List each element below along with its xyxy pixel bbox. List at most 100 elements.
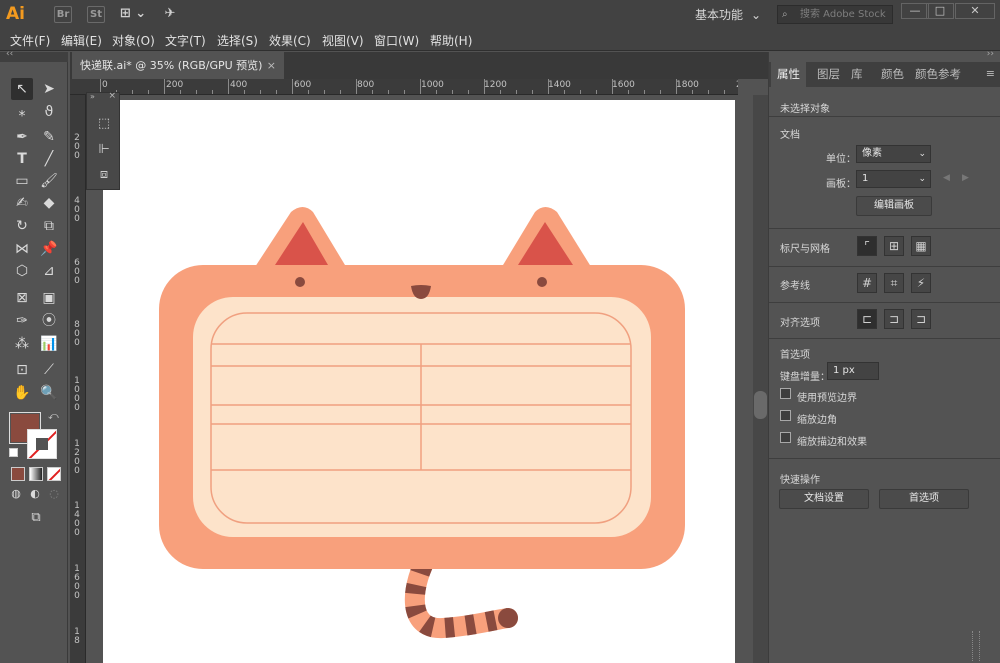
maximize-button[interactable]: □: [926, 3, 954, 19]
shaper-tool[interactable]: ✍: [11, 192, 33, 214]
scale-strokes-checkbox[interactable]: [780, 432, 791, 443]
perspective-grid-tool[interactable]: ⊿: [38, 260, 60, 282]
keyboard-increment-input[interactable]: 1 px: [827, 362, 879, 380]
menu-object[interactable]: 对象(O): [112, 32, 155, 49]
document-setup-button[interactable]: 文档设置: [779, 489, 869, 509]
collapse-icon[interactable]: ››: [987, 49, 994, 59]
stock-search-input[interactable]: ⌕ 搜索 Adobe Stock: [777, 5, 893, 24]
stroke-color-swatch[interactable]: [27, 429, 57, 459]
tab-layers[interactable]: 图层: [811, 62, 846, 87]
preferences-button[interactable]: 首选项: [879, 489, 969, 509]
scale-corners-checkbox[interactable]: [780, 410, 791, 421]
lasso-tool[interactable]: ϑ: [38, 101, 60, 123]
draw-inside-button[interactable]: ◌: [46, 486, 62, 502]
preview-bounds-checkbox[interactable]: [780, 388, 791, 399]
arrange-documents-button[interactable]: ⊞ ⌄: [116, 6, 150, 23]
cat-face-panel[interactable]: [193, 297, 651, 537]
magic-wand-tool[interactable]: ⁎: [11, 101, 33, 123]
ruler-toggle[interactable]: ⌜: [857, 236, 877, 256]
menu-view[interactable]: 视图(V): [322, 32, 364, 49]
tab-libraries[interactable]: 库: [845, 62, 869, 87]
close-icon[interactable]: ×: [108, 91, 116, 101]
bridge-button[interactable]: Br: [54, 6, 72, 23]
menu-type[interactable]: 文字(T): [165, 32, 206, 49]
align-to-selection-toggle[interactable]: ⊏: [857, 309, 877, 329]
cat-card-artwork[interactable]: [103, 100, 735, 663]
vertical-scrollbar[interactable]: [753, 95, 768, 663]
tab-color[interactable]: 颜色: [875, 62, 910, 87]
screen-mode-button[interactable]: ⧉: [24, 508, 48, 528]
tab-properties[interactable]: 属性: [771, 62, 806, 87]
document-tab[interactable]: 快递联.ai* @ 35% (RGB/GPU 预览) ×: [72, 52, 284, 79]
resize-grip-icon[interactable]: [972, 631, 980, 661]
eyedropper-tool[interactable]: ✑: [11, 310, 33, 332]
menu-help[interactable]: 帮助(H): [430, 32, 472, 49]
hand-tool[interactable]: ✋: [11, 382, 33, 404]
next-artboard-icon[interactable]: ▶: [962, 173, 969, 183]
column-graph-tool[interactable]: 📊: [38, 333, 60, 355]
minimize-button[interactable]: —: [901, 3, 929, 19]
mesh-tool[interactable]: ⊠: [11, 287, 33, 309]
pen-tool[interactable]: ✒: [11, 126, 33, 148]
swap-fill-stroke-icon[interactable]: ⤺: [48, 411, 59, 422]
menu-select[interactable]: 选择(S): [217, 32, 258, 49]
grid-toggle[interactable]: ⊞: [884, 236, 904, 256]
menu-effect[interactable]: 效果(C): [269, 32, 311, 49]
artboard-dropdown[interactable]: 1 ⌄: [856, 170, 931, 188]
eraser-tool[interactable]: ◆: [38, 192, 60, 214]
align-to-key-toggle[interactable]: ⊐: [884, 309, 904, 329]
paintbrush-tool[interactable]: 🖌: [38, 170, 60, 192]
right-eye[interactable]: [537, 277, 547, 287]
align-to-artboard-toggle[interactable]: ⊐: [911, 309, 931, 329]
left-eye[interactable]: [295, 277, 305, 287]
lock-guides-toggle[interactable]: ⌗: [884, 273, 904, 293]
color-mode-button[interactable]: [11, 467, 25, 481]
tail-tip[interactable]: [498, 608, 518, 628]
pathfinder-button[interactable]: ⧈: [95, 166, 113, 184]
none-mode-button[interactable]: [47, 467, 61, 481]
transform-button[interactable]: ⬚: [95, 115, 113, 133]
rotate-tool[interactable]: ↻: [11, 215, 33, 237]
gpu-performance-button[interactable]: ✈: [160, 6, 180, 23]
artboard-tool[interactable]: ⊡: [11, 359, 33, 381]
zoom-tool[interactable]: 🔍: [38, 382, 60, 404]
type-tool[interactable]: T: [11, 148, 33, 170]
blend-tool[interactable]: ⦿: [38, 310, 60, 332]
collapse-icon[interactable]: ‹‹: [6, 49, 13, 59]
draw-behind-button[interactable]: ◐: [27, 486, 43, 502]
workspace-switcher[interactable]: 基本功能 ⌄: [695, 6, 761, 23]
close-tab-icon[interactable]: ×: [267, 52, 276, 79]
menu-edit[interactable]: 编辑(E): [61, 32, 102, 49]
slice-tool[interactable]: ⟋: [38, 359, 60, 381]
menu-file[interactable]: 文件(F): [10, 32, 50, 49]
gradient-tool[interactable]: ▣: [38, 287, 60, 309]
puppet-warp-tool[interactable]: 📌: [38, 238, 60, 260]
symbol-sprayer-tool[interactable]: ⁂: [11, 333, 33, 355]
canvas-area[interactable]: [86, 95, 753, 663]
close-button[interactable]: ✕: [955, 3, 995, 19]
menu-window[interactable]: 窗口(W): [374, 32, 419, 49]
stock-button[interactable]: St: [87, 6, 105, 23]
tab-color-guide[interactable]: 颜色参考: [909, 62, 967, 87]
vertical-ruler[interactable]: 2 0 0 4 0 0 6 0 0 8 0 0 1 0 0 0 1 2 0 0 …: [70, 95, 86, 663]
horizontal-ruler[interactable]: 0 200 400 600 800 1000 1200 1400 1600 18…: [70, 79, 738, 95]
scrollbar-thumb[interactable]: [754, 391, 767, 419]
rectangle-tool[interactable]: ▭: [11, 170, 33, 192]
smart-guides-toggle[interactable]: ⚡: [911, 273, 931, 293]
draw-normal-button[interactable]: ◍: [8, 486, 24, 502]
edit-artboard-button[interactable]: 编辑画板: [856, 196, 932, 216]
selection-tool[interactable]: ↖: [11, 78, 33, 100]
collapse-icon[interactable]: »: [90, 92, 95, 101]
curvature-tool[interactable]: ✎: [38, 126, 60, 148]
show-guides-toggle[interactable]: #: [857, 273, 877, 293]
align-button[interactable]: ⊩: [95, 141, 113, 159]
previous-artboard-icon[interactable]: ◀: [943, 173, 950, 183]
direct-selection-tool[interactable]: ➤: [38, 78, 60, 100]
units-dropdown[interactable]: 像素 ⌄: [856, 145, 931, 163]
scale-tool[interactable]: ⧉: [38, 215, 60, 237]
artboard[interactable]: [103, 100, 735, 663]
transparency-grid-toggle[interactable]: ▦: [911, 236, 931, 256]
default-colors-icon[interactable]: [9, 448, 18, 457]
line-tool[interactable]: ╱: [38, 148, 60, 170]
shape-builder-tool[interactable]: ⬡: [11, 260, 33, 282]
